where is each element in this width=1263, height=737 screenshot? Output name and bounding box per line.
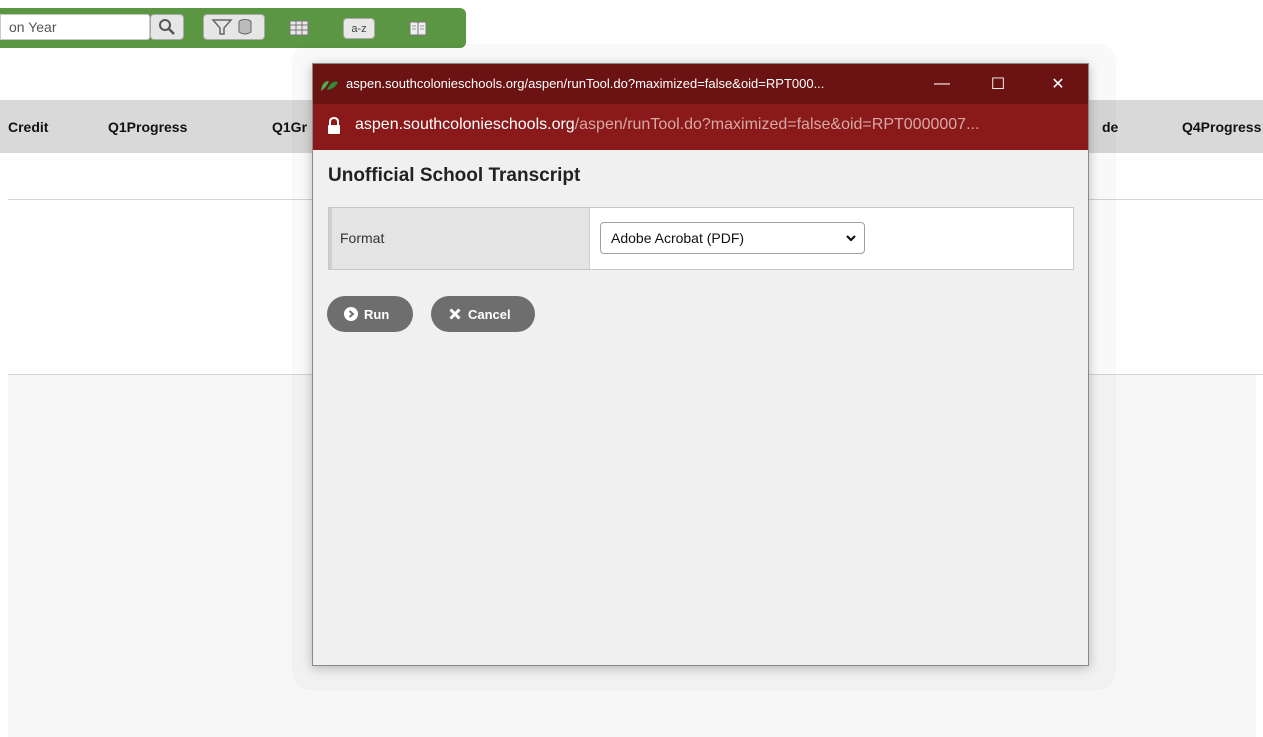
grid-icon[interactable]	[289, 18, 309, 38]
popup-window: aspen.southcolonieschools.org/aspen/runT…	[312, 63, 1089, 666]
cancel-button[interactable]: Cancel	[431, 296, 535, 332]
maximize-icon: ☐	[990, 76, 1006, 93]
x-icon	[449, 308, 461, 320]
column-header-q4progress[interactable]: Q4Progress	[1182, 119, 1261, 135]
minimize-icon: —	[934, 75, 950, 92]
search-button[interactable]	[150, 14, 184, 40]
toolbar: on Year a-z	[0, 8, 466, 48]
url-path: /aspen/runTool.do?maximized=false&oid=RP…	[574, 116, 980, 133]
format-label-cell: Format	[329, 208, 590, 269]
filter-button[interactable]	[203, 14, 265, 40]
close-icon: ✕	[1051, 76, 1065, 93]
lock-icon	[328, 117, 340, 134]
chevron-down-icon	[846, 235, 856, 242]
minimize-button[interactable]: —	[925, 70, 959, 98]
run-label: Run	[364, 306, 390, 322]
format-select[interactable]: Adobe Acrobat (PDF)	[600, 222, 865, 254]
sort-az-icon: a-z	[351, 22, 367, 35]
sort-button[interactable]: a-z	[343, 18, 375, 39]
format-label: Format	[340, 230, 385, 246]
run-button[interactable]: Run	[327, 296, 413, 332]
format-select-value: Adobe Acrobat (PDF)	[611, 230, 745, 246]
leaf-icon	[321, 81, 338, 91]
book-icon[interactable]	[408, 18, 428, 38]
address-url[interactable]: aspen.southcolonieschools.org/aspen/runT…	[355, 116, 979, 134]
column-header-credit[interactable]: Credit	[8, 119, 48, 135]
dialog-content: Unofficial School Transcript Format Adob…	[313, 150, 1088, 665]
column-header-q1progress[interactable]: Q1Progress	[108, 119, 187, 135]
url-domain: aspen.southcolonieschools.org	[355, 116, 575, 133]
maximize-button[interactable]: ☐	[981, 70, 1015, 98]
close-button[interactable]: ✕	[1041, 70, 1075, 98]
filter-icon	[211, 19, 252, 35]
window-title: aspen.southcolonieschools.org/aspen/runT…	[346, 76, 825, 91]
window-titlebar[interactable]: aspen.southcolonieschools.org/aspen/runT…	[313, 64, 1088, 104]
cancel-label: Cancel	[468, 306, 511, 322]
search-icon	[159, 19, 175, 35]
dialog-title: Unofficial School Transcript	[328, 165, 581, 186]
address-bar[interactable]: aspen.southcolonieschools.org/aspen/runT…	[313, 104, 1088, 150]
play-circle-icon	[344, 307, 358, 321]
format-form: Format Adobe Acrobat (PDF)	[328, 207, 1074, 270]
search-input[interactable]: on Year	[0, 14, 150, 40]
